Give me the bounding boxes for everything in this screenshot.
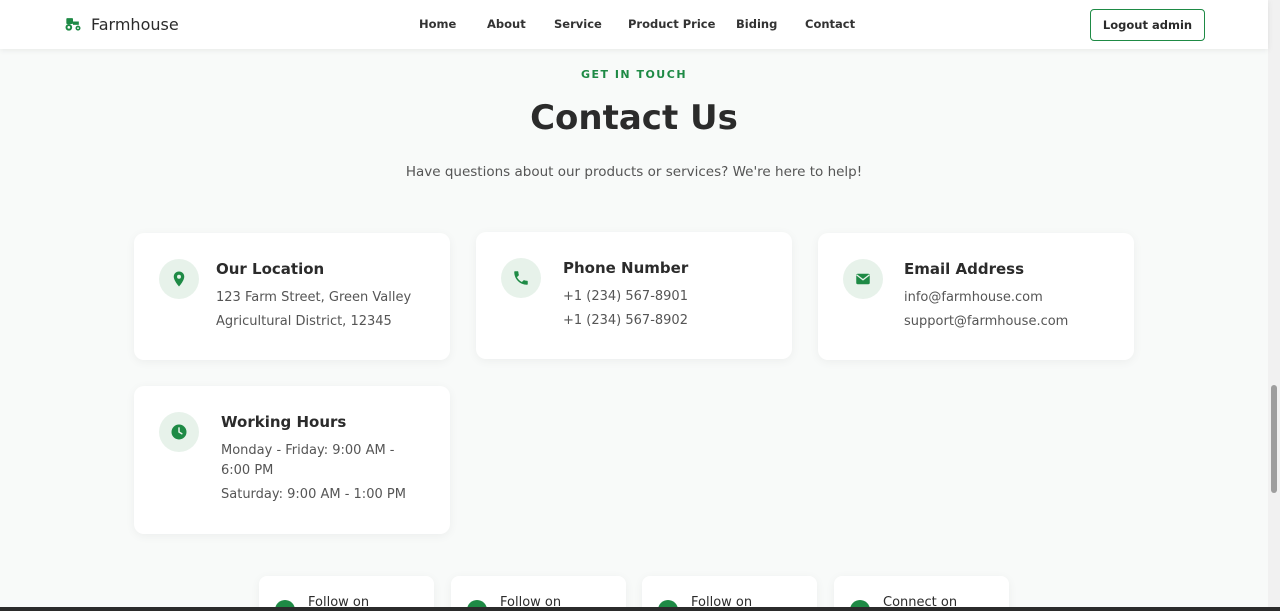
section-eyebrow: GET IN TOUCH [580, 68, 688, 81]
card-line: 6:00 PM [221, 463, 274, 478]
nav-service[interactable]: Service [554, 17, 602, 31]
map-pin-icon [173, 271, 185, 287]
social-card-4[interactable]: Connect on [834, 576, 1009, 611]
social-card-1[interactable]: Follow on [259, 576, 434, 611]
section-subtitle: Have questions about our products or ser… [405, 164, 863, 180]
clock-icon [171, 424, 187, 440]
card-line[interactable]: support@farmhouse.com [904, 312, 1068, 332]
phone-icon [514, 271, 528, 285]
location-icon-badge [159, 259, 199, 299]
card-line: 123 Farm Street, Green Valley [216, 290, 412, 305]
nav-product-price[interactable]: Product Price [628, 17, 715, 31]
tractor-icon [65, 18, 81, 31]
social-card-2[interactable]: Follow on [451, 576, 626, 611]
scrollbar-thumb[interactable] [1271, 385, 1277, 493]
envelope-icon [856, 273, 870, 285]
card-line: Monday - Friday: 9:00 AM - [221, 443, 395, 458]
phone-icon-badge [501, 258, 541, 298]
brand[interactable]: Farmhouse [63, 14, 179, 34]
location-card: Our Location 123 Farm Street, Green Vall… [134, 233, 450, 360]
phone-card: Phone Number +1 (234) 567-8901 +1 (234) … [476, 232, 792, 359]
top-navbar: Farmhouse Home About Service Product Pri… [0, 0, 1268, 49]
card-title: Email Address [904, 260, 1025, 278]
card-line[interactable]: +1 (234) 567-8902 [563, 311, 688, 331]
card-line[interactable]: info@farmhouse.com [904, 288, 1043, 308]
email-icon-badge [843, 259, 883, 299]
card-line[interactable]: +1 (234) 567-8901 [563, 287, 688, 307]
nav-biding[interactable]: Biding [736, 17, 777, 31]
logout-button[interactable]: Logout admin [1090, 9, 1205, 41]
page-scrollbar[interactable] [1268, 0, 1280, 611]
hours-icon-badge [159, 412, 199, 452]
page-title: Contact Us [530, 98, 738, 138]
social-card-3[interactable]: Follow on [642, 576, 817, 611]
hours-card: Working Hours Monday - Friday: 9:00 AM -… [134, 386, 450, 534]
card-line: Agricultural District, 12345 [216, 314, 392, 329]
card-title: Phone Number [563, 259, 689, 277]
nav-contact[interactable]: Contact [805, 17, 855, 31]
brand-name: Farmhouse [91, 14, 179, 34]
email-card: Email Address info@farmhouse.com support… [818, 233, 1134, 360]
card-line: Saturday: 9:00 AM - 1:00 PM [221, 487, 406, 502]
nav-home[interactable]: Home [419, 17, 456, 31]
card-title: Working Hours [221, 413, 347, 431]
card-title: Our Location [216, 260, 325, 278]
nav-about[interactable]: About [487, 17, 526, 31]
window-bottom-edge [0, 607, 1280, 611]
